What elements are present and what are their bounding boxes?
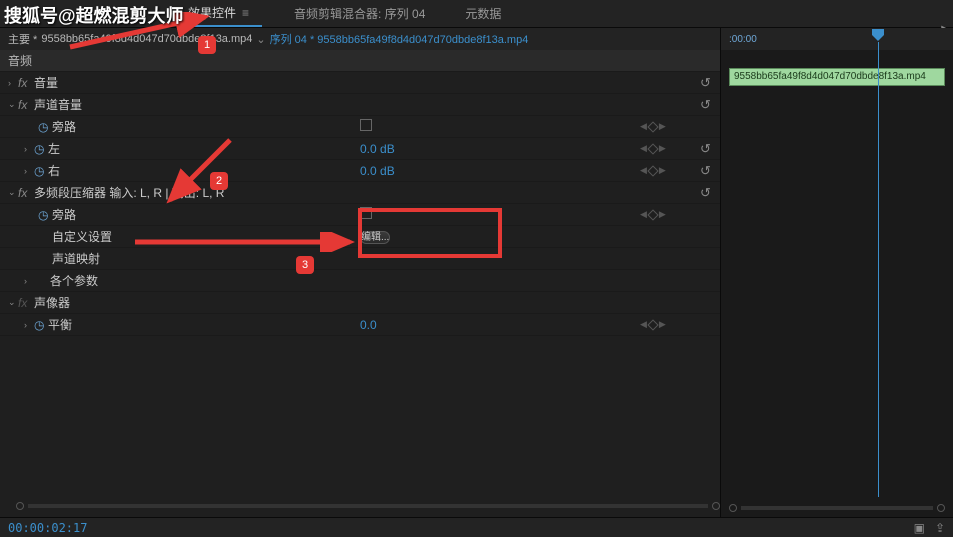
prop-label: 各个参数: [50, 272, 98, 289]
fx-badge: fx: [18, 296, 34, 310]
prop-label: 旁路: [52, 118, 76, 135]
tab-metadata[interactable]: 元数据: [457, 1, 509, 26]
prop-label: 旁路: [52, 206, 76, 223]
stopwatch-icon[interactable]: ◷: [34, 142, 48, 156]
disclosure-icon[interactable]: ›: [24, 320, 34, 330]
keyframe-nav[interactable]: ◀ ▶: [640, 165, 666, 176]
value[interactable]: 0.0 dB: [360, 142, 395, 156]
annotation-badge-2: 2: [210, 172, 228, 190]
scroll-track[interactable]: [741, 506, 933, 510]
volume-row[interactable]: › fx 音量 ↺: [0, 72, 720, 94]
reset-icon[interactable]: ↺: [700, 163, 711, 179]
tab-label: 效果控件: [188, 4, 236, 21]
prop-label: 声像器: [34, 294, 70, 311]
playhead-icon[interactable]: [871, 28, 885, 42]
each-param-row[interactable]: › 各个参数: [0, 270, 720, 292]
prop-label: 左: [48, 140, 60, 157]
prop-label: 声道映射: [52, 250, 100, 267]
prop-label: 音量: [34, 74, 58, 91]
fx-badge: fx: [18, 186, 34, 200]
bypass-checkbox[interactable]: [360, 119, 372, 131]
prop-label: 自定义设置: [52, 228, 112, 245]
disclosure-icon[interactable]: ⌄: [8, 187, 18, 198]
annotation-badge-3: 3: [296, 256, 314, 274]
scroll-handle-left[interactable]: [16, 502, 24, 510]
disclosure-icon[interactable]: ›: [8, 78, 18, 88]
balance-row[interactable]: › ◷ 平衡 0.0 ◀ ▶: [0, 314, 720, 336]
value[interactable]: 0.0 dB: [360, 164, 395, 178]
channel-volume-row[interactable]: ⌄ fx 声道音量 ↺: [0, 94, 720, 116]
linked-sequence[interactable]: 序列 04 * 9558bb65fa49f8d4d047d70dbde8f13a…: [270, 31, 529, 47]
status-bar: 00:00:02:17 ▣ ⇪: [0, 517, 953, 537]
annotation-badge-1: 1: [198, 36, 216, 54]
audio-section-header: 音频: [0, 50, 720, 72]
scroll-handle-right[interactable]: [937, 504, 945, 512]
disclosure-icon[interactable]: ⌄: [8, 297, 18, 308]
source-clip-name: 9558bb65fa49f8d4d047d70dbde8f13a.mp4: [41, 33, 252, 45]
disclosure-icon[interactable]: ⌄: [8, 99, 18, 110]
custom-setup-row[interactable]: 自定义设置 编辑...: [0, 226, 720, 248]
reset-icon[interactable]: ↺: [700, 141, 711, 157]
panel-scrollbar[interactable]: [8, 503, 728, 513]
value[interactable]: 0.0: [360, 318, 377, 332]
timeline-ruler[interactable]: :00:00: [721, 28, 953, 50]
keyframe-nav[interactable]: ◀ ▶: [640, 143, 666, 154]
bypass-checkbox[interactable]: [360, 207, 372, 219]
timecode[interactable]: 00:00:02:17: [8, 521, 87, 535]
multiband-row[interactable]: ⌄ fx 多频段压缩器 输入: L, R | 输出: L, R ↺: [0, 182, 720, 204]
bypass-row[interactable]: ◷ 旁路 ◀ ▶: [0, 116, 720, 138]
fx-badge: fx: [18, 76, 34, 90]
scroll-handle-left[interactable]: [729, 504, 737, 512]
right-channel-row[interactable]: › ◷ 右 0.0 dB ◀ ▶ ↺: [0, 160, 720, 182]
multiband-bypass-row[interactable]: ◷ 旁路 ◀ ▶: [0, 204, 720, 226]
export-icon[interactable]: ⇪: [935, 521, 945, 535]
stopwatch-icon[interactable]: ◷: [38, 208, 52, 222]
panel-menu-icon[interactable]: [242, 6, 254, 20]
reset-icon[interactable]: ↺: [700, 97, 711, 113]
reset-icon[interactable]: ↺: [700, 75, 711, 91]
panner-row[interactable]: ⌄ fx 声像器: [0, 292, 720, 314]
section-label: 音频: [8, 52, 32, 69]
disclosure-icon[interactable]: ›: [24, 276, 34, 286]
timeline-scrollbar[interactable]: [729, 503, 945, 513]
edit-button[interactable]: 编辑...: [360, 231, 390, 244]
tab-audio-mixer[interactable]: 音频剪辑混合器: 序列 04: [286, 1, 433, 26]
mini-timeline-panel: :00:00 9558bb65fa49f8d4d047d70dbde8f13a.…: [720, 28, 953, 517]
left-channel-row[interactable]: › ◷ 左 0.0 dB ◀ ▶ ↺: [0, 138, 720, 160]
effect-controls-panel: 主要 * 9558bb65fa49f8d4d047d70dbde8f13a.mp…: [0, 28, 720, 517]
ruler-tick: :00:00: [729, 34, 757, 45]
watermark-text: 搜狐号@超燃混剪大师: [4, 2, 184, 28]
stopwatch-icon[interactable]: ◷: [34, 164, 48, 178]
tool-icon[interactable]: ▣: [914, 521, 925, 535]
playhead-line: [878, 42, 879, 497]
timeline-clip[interactable]: 9558bb65fa49f8d4d047d70dbde8f13a.mp4: [729, 68, 945, 86]
stopwatch-icon[interactable]: ◷: [34, 318, 48, 332]
prop-label: 声道音量: [34, 96, 82, 113]
stopwatch-icon[interactable]: ◷: [38, 120, 52, 134]
scroll-track[interactable]: [28, 504, 708, 508]
fx-badge: fx: [18, 98, 34, 112]
keyframe-nav[interactable]: ◀ ▶: [640, 209, 666, 220]
scroll-handle-right[interactable]: [712, 502, 720, 510]
keyframe-nav[interactable]: ◀ ▶: [640, 319, 666, 330]
source-path-bar: 主要 * 9558bb65fa49f8d4d047d70dbde8f13a.mp…: [0, 28, 720, 50]
source-prefix: 主要 *: [8, 31, 37, 47]
disclosure-icon[interactable]: ›: [24, 144, 34, 154]
chevron-down-icon[interactable]: ⌄: [256, 33, 265, 46]
channel-map-row[interactable]: 声道映射: [0, 248, 720, 270]
keyframe-nav[interactable]: ◀ ▶: [640, 121, 666, 132]
prop-label: 多频段压缩器 输入: L, R | 输出: L, R: [34, 184, 224, 201]
tab-effect-controls[interactable]: 效果控件: [180, 0, 262, 27]
reset-icon[interactable]: ↺: [700, 185, 711, 201]
prop-label: 平衡: [48, 316, 72, 333]
prop-label: 右: [48, 162, 60, 179]
disclosure-icon[interactable]: ›: [24, 166, 34, 176]
